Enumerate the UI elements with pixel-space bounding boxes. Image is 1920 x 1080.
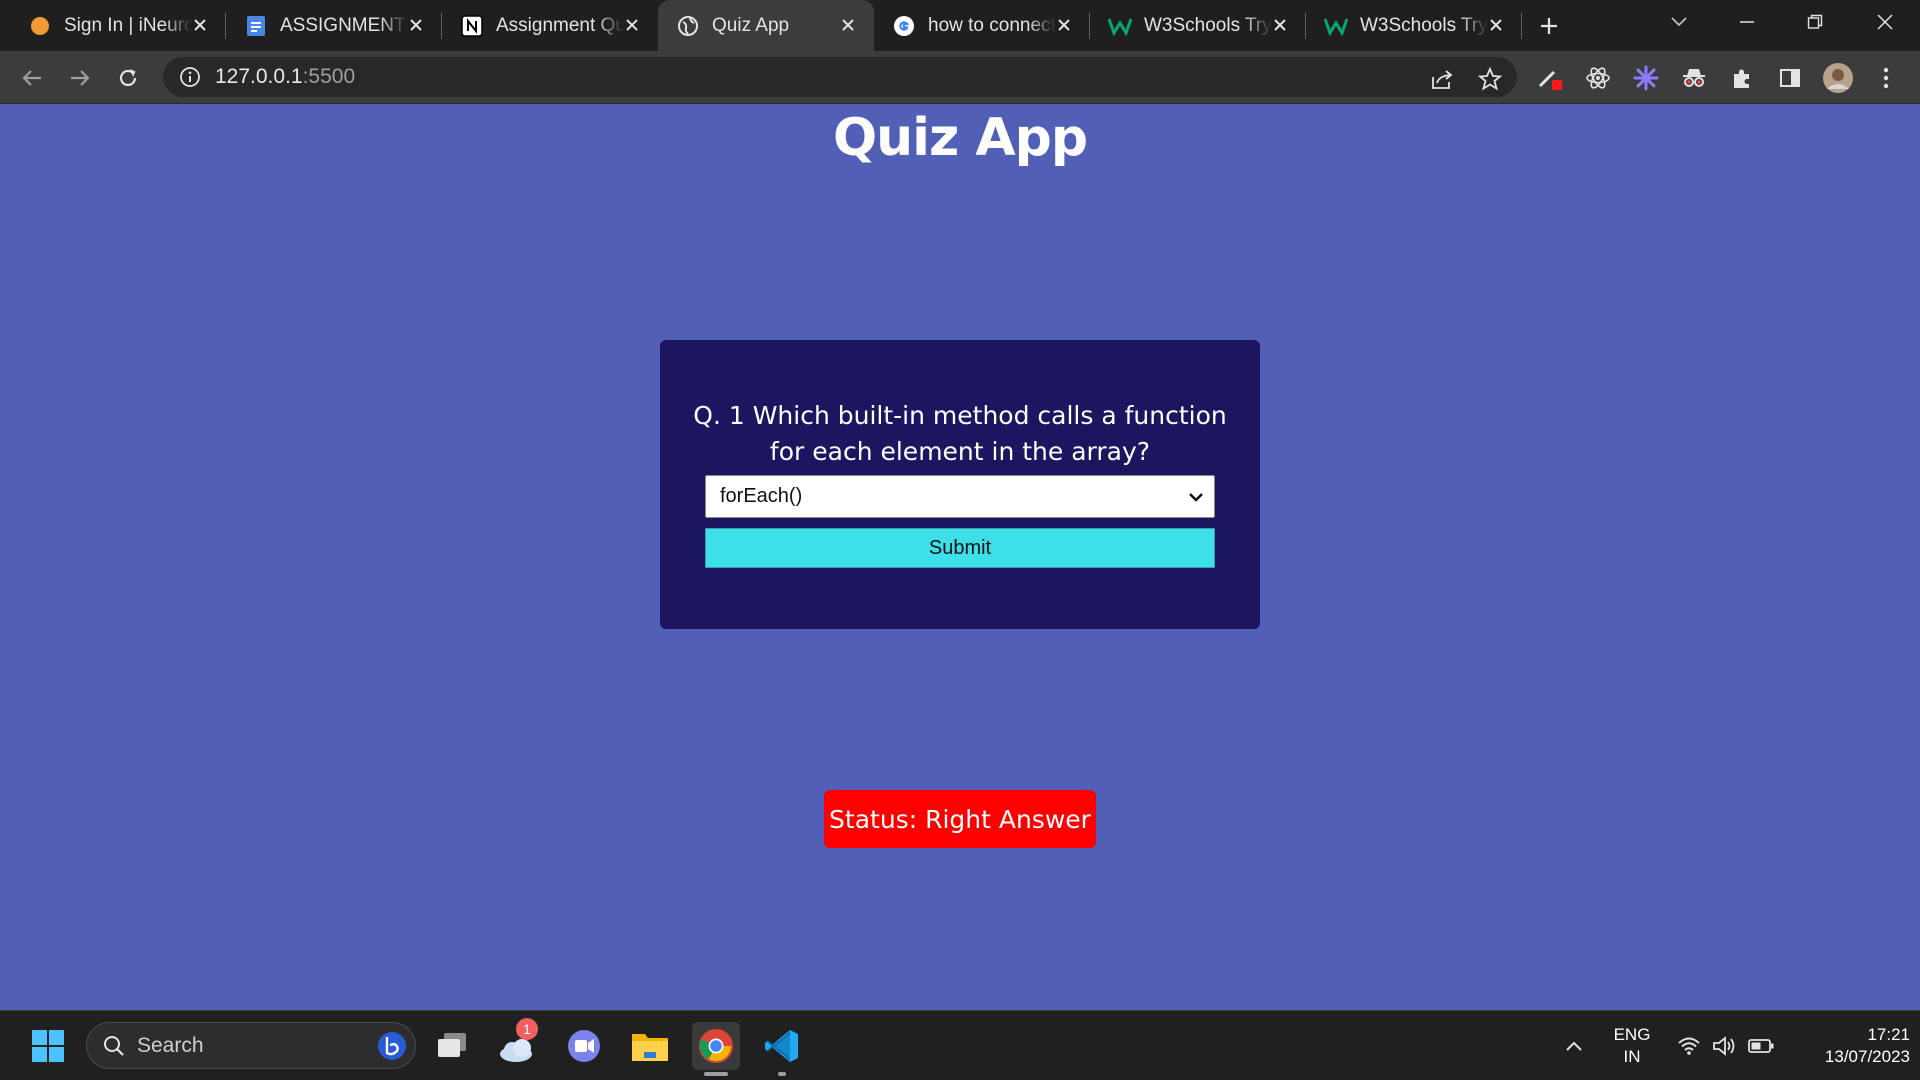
close-window-icon[interactable] xyxy=(1852,0,1918,44)
profile-avatar[interactable] xyxy=(1820,60,1856,96)
language-code: ENG xyxy=(1613,1025,1651,1044)
new-tab-button[interactable] xyxy=(1532,11,1566,41)
bookmark-star-icon[interactable] xyxy=(1475,64,1505,94)
tab-title: W3Schools Tryit xyxy=(1144,14,1272,36)
google-docs-favicon-icon xyxy=(244,14,268,38)
react-devtools-icon[interactable] xyxy=(1580,60,1616,96)
side-panel-icon[interactable] xyxy=(1772,60,1808,96)
close-tab-icon[interactable] xyxy=(404,13,428,37)
forward-arrow-icon[interactable] xyxy=(62,60,98,96)
teams-chat-icon[interactable] xyxy=(560,1022,608,1070)
browser-tab-strip: Sign In | iNeuron ASSIGNMENT / Assignmen… xyxy=(0,0,1920,51)
tab-title: W3Schools Tryit xyxy=(1360,14,1488,36)
notion-favicon-icon xyxy=(460,14,484,38)
minimize-icon[interactable] xyxy=(1714,0,1780,44)
address-bar[interactable]: 127.0.0.1:5500 xyxy=(163,57,1517,97)
close-tab-icon[interactable] xyxy=(1052,13,1076,37)
notification-badge: 1 xyxy=(516,1018,538,1040)
tab-assignment-questions[interactable]: Assignment Questions xyxy=(442,0,658,51)
language-region: IN xyxy=(1623,1047,1641,1066)
tab-w3schools-tryit-1[interactable]: W3Schools Tryit xyxy=(1090,0,1306,51)
clock-date: 13/07/2023 xyxy=(1824,1047,1910,1066)
chrome-taskbar-icon[interactable] xyxy=(692,1022,740,1076)
close-tab-icon[interactable] xyxy=(1268,13,1292,37)
close-tab-icon[interactable] xyxy=(188,13,212,37)
close-tab-icon[interactable] xyxy=(836,13,860,37)
task-view-icon[interactable] xyxy=(428,1022,476,1070)
taskbar: Search 1 ENG IN 17:21 13/07/2023 xyxy=(0,1010,1920,1080)
tab-title: Quiz App xyxy=(712,14,790,36)
extensions-puzzle-icon[interactable] xyxy=(1724,60,1760,96)
wifi-icon[interactable] xyxy=(1674,1011,1704,1080)
close-tab-icon[interactable] xyxy=(1484,13,1508,37)
question-text: Q. 1 Which built-in method calls a funct… xyxy=(693,401,1227,466)
selected-option: forEach() xyxy=(720,485,803,507)
search-label: Search xyxy=(137,1033,204,1057)
url-port: :5500 xyxy=(302,65,356,88)
address-url[interactable]: 127.0.0.1:5500 xyxy=(215,65,355,89)
system-clock[interactable]: 17:21 13/07/2023 xyxy=(1782,1011,1910,1080)
restore-window-icon[interactable] xyxy=(1782,0,1848,44)
incognito-extension-icon[interactable] xyxy=(1676,60,1712,96)
site-info-icon[interactable] xyxy=(177,64,203,90)
tab-w3schools-tryit-2[interactable]: W3Schools Tryit xyxy=(1306,0,1522,51)
search-icon xyxy=(104,1035,124,1056)
bing-chat-icon[interactable] xyxy=(377,1031,407,1061)
tab-sign-in-ineuron[interactable]: Sign In | iNeuron xyxy=(10,0,226,51)
ineuron-favicon-icon xyxy=(28,14,52,38)
chevron-down-icon xyxy=(1189,493,1203,502)
w3schools-favicon-icon xyxy=(1108,14,1132,38)
volume-icon[interactable] xyxy=(1710,1011,1740,1080)
status-badge: Status: Right Answer xyxy=(824,790,1096,848)
tab-search-chevron-icon[interactable] xyxy=(1646,0,1712,44)
file-explorer-icon[interactable] xyxy=(626,1022,674,1070)
browser-toolbar: 127.0.0.1:5500 xyxy=(0,51,1920,104)
running-indicator xyxy=(778,1072,786,1076)
url-host: 127.0.0.1 xyxy=(215,65,303,88)
battery-icon[interactable] xyxy=(1746,1011,1776,1080)
running-indicator xyxy=(704,1072,728,1076)
sparkle-extension-icon[interactable] xyxy=(1628,60,1664,96)
clock-time: 17:21 xyxy=(1867,1025,1910,1044)
back-arrow-icon[interactable] xyxy=(14,60,50,96)
weather-widget-icon[interactable]: 1 xyxy=(494,1018,542,1070)
google-favicon-icon xyxy=(892,14,916,38)
answer-select[interactable]: forEach() xyxy=(705,475,1215,518)
vscode-taskbar-icon[interactable] xyxy=(758,1022,806,1076)
language-indicator[interactable]: ENG IN xyxy=(1596,1011,1668,1080)
globe-favicon-icon xyxy=(676,14,700,38)
tab-how-to-connect[interactable]: how to connect xyxy=(874,0,1090,51)
windows-start-icon[interactable] xyxy=(24,1022,72,1070)
page-title: Quiz App xyxy=(832,108,1088,168)
submit-button[interactable]: Submit xyxy=(705,528,1215,568)
tab-assignment-doc[interactable]: ASSIGNMENT / xyxy=(226,0,442,51)
reload-icon[interactable] xyxy=(110,60,146,96)
tab-title: Sign In | iNeuron xyxy=(64,14,192,36)
colorpicker-extension-icon[interactable] xyxy=(1532,60,1568,96)
tab-separator xyxy=(1521,13,1522,39)
quiz-card: Q. 1 Which built-in method calls a funct… xyxy=(660,340,1260,629)
browser-menu-icon[interactable] xyxy=(1868,60,1904,96)
tab-quiz-app[interactable]: Quiz App xyxy=(658,0,874,51)
tab-title: Assignment Questions xyxy=(496,14,624,36)
tab-title: ASSIGNMENT / xyxy=(280,14,408,36)
share-icon[interactable] xyxy=(1427,64,1457,94)
w3schools-favicon-icon xyxy=(1324,14,1348,38)
tab-title: how to connect xyxy=(928,14,1056,36)
close-tab-icon[interactable] xyxy=(620,13,644,37)
taskbar-search-box[interactable]: Search xyxy=(86,1022,416,1069)
show-hidden-icons-chevron-icon[interactable] xyxy=(1558,1011,1590,1080)
